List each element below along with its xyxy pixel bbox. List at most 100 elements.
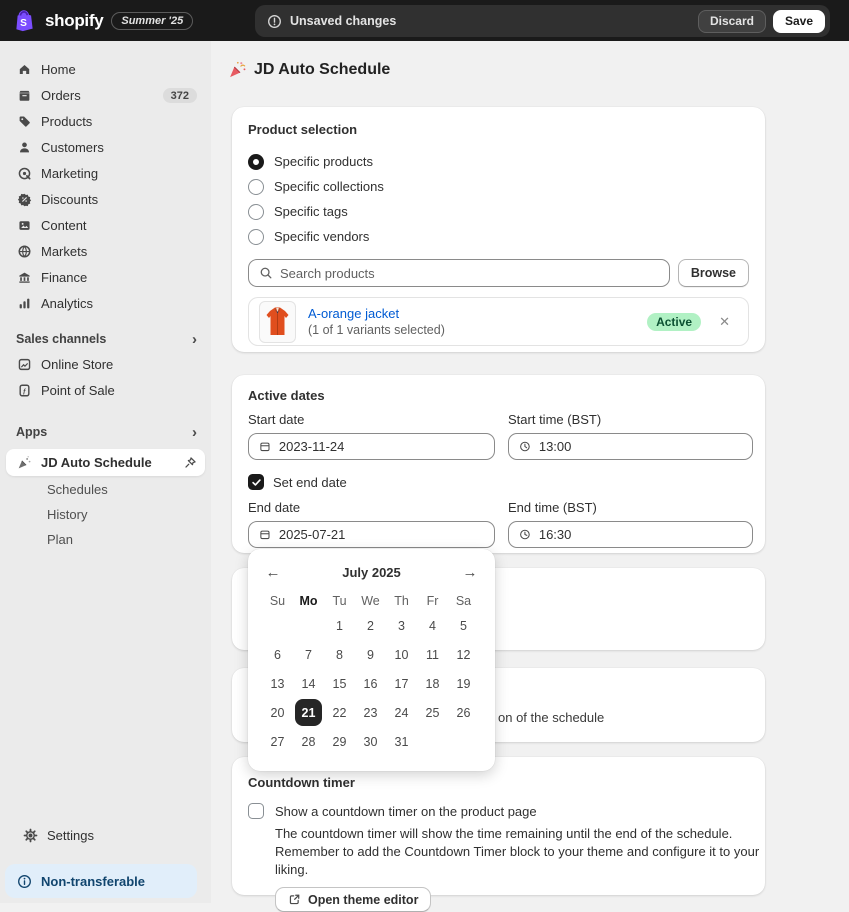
end-time-field[interactable] [508, 521, 753, 548]
search-products-input[interactable] [280, 266, 659, 281]
shopify-logo[interactable]: S shopify Summer '25 [0, 8, 193, 33]
end-time-input[interactable] [539, 527, 742, 542]
calendar-day[interactable]: 11 [417, 640, 448, 669]
calendar-day[interactable]: 23 [355, 698, 386, 727]
sidebar-item-content[interactable]: Content [6, 213, 205, 238]
calendar-day[interactable]: 18 [417, 669, 448, 698]
calendar-day[interactable]: 24 [386, 698, 417, 727]
calendar-day[interactable]: 22 [324, 698, 355, 727]
sidebar-item-schedules[interactable]: Schedules [6, 477, 205, 501]
sidebar-item-marketing[interactable]: Marketing [6, 161, 205, 186]
countdown-help-text: The countdown timer will show the time r… [275, 825, 762, 879]
start-time-field[interactable] [508, 433, 753, 460]
radio-specific-vendors[interactable]: Specific vendors [248, 224, 749, 249]
open-theme-editor-button[interactable]: Open theme editor [275, 887, 431, 912]
radio-specific-collections[interactable]: Specific collections [248, 174, 749, 199]
obscured-text-fragment: on of the schedule [498, 710, 604, 725]
next-month-button[interactable]: → [459, 564, 481, 581]
product-selection-card: Product selection Specific products Spec… [232, 107, 765, 352]
calendar-day[interactable]: 6 [262, 640, 293, 669]
calendar-day[interactable]: 10 [386, 640, 417, 669]
sidebar-item-orders[interactable]: Orders 372 [6, 83, 205, 108]
start-date-input[interactable] [279, 439, 484, 454]
start-time-input[interactable] [539, 439, 742, 454]
sidebar-item-discounts[interactable]: Discounts [6, 187, 205, 212]
calendar-day[interactable]: 20 [262, 698, 293, 727]
sidebar-item-customers[interactable]: Customers [6, 135, 205, 160]
sidebar-item-home[interactable]: Home [6, 57, 205, 82]
remove-product-icon[interactable]: ✕ [713, 310, 736, 334]
apps-label: Apps [16, 425, 47, 439]
sidebar-item-markets[interactable]: Markets [6, 239, 205, 264]
calendar-day[interactable]: 5 [448, 611, 479, 640]
sidebar-item-finance[interactable]: Finance [6, 265, 205, 290]
sidebar: Home Orders 372 Products Customers [0, 41, 211, 903]
product-search-row: Browse [248, 259, 749, 287]
marketing-icon [16, 166, 32, 182]
radio-specific-tags[interactable]: Specific tags [248, 199, 749, 224]
browse-button[interactable]: Browse [678, 259, 749, 287]
start-date-field[interactable] [248, 433, 495, 460]
calendar-day[interactable]: 15 [324, 669, 355, 698]
end-date-input[interactable] [279, 527, 484, 542]
sales-channels-header[interactable]: Sales channels › [6, 328, 205, 350]
sidebar-item-jd-auto-schedule[interactable]: JD Auto Schedule [6, 449, 205, 476]
calendar-day-selected[interactable]: 21 [293, 698, 324, 727]
calendar-day[interactable]: 8 [324, 640, 355, 669]
radio-specific-products[interactable]: Specific products [248, 149, 749, 174]
calendar-empty-cell [448, 727, 479, 756]
product-info: A-orange jacket (1 of 1 variants selecte… [308, 306, 445, 338]
orders-count-badge: 372 [163, 88, 197, 103]
calendar-day[interactable]: 13 [262, 669, 293, 698]
calendar-day[interactable]: 2 [355, 611, 386, 640]
calendar-day[interactable]: 1 [324, 611, 355, 640]
previous-month-button[interactable]: ← [262, 564, 284, 581]
calendar-day[interactable]: 12 [448, 640, 479, 669]
calendar-day[interactable]: 4 [417, 611, 448, 640]
sidebar-item-point-of-sale[interactable]: ƒ Point of Sale [6, 378, 205, 403]
external-link-icon [288, 893, 301, 906]
sidebar-item-label: Settings [47, 828, 94, 843]
sidebar-item-label: Home [41, 62, 76, 77]
sidebar-item-products[interactable]: Products [6, 109, 205, 134]
calendar-day[interactable]: 14 [293, 669, 324, 698]
calendar-day[interactable]: 19 [448, 669, 479, 698]
calendar-day[interactable]: 9 [355, 640, 386, 669]
set-end-date-row[interactable]: Set end date [248, 473, 749, 491]
orders-icon [16, 88, 32, 104]
markets-icon [16, 244, 32, 260]
sidebar-item-plan[interactable]: Plan [6, 527, 205, 551]
svg-text:S: S [20, 18, 27, 29]
calendar-day[interactable]: 26 [448, 698, 479, 727]
customers-icon [16, 140, 32, 156]
discard-button[interactable]: Discard [698, 10, 766, 33]
calendar-day[interactable]: 28 [293, 727, 324, 756]
calendar-day[interactable]: 27 [262, 727, 293, 756]
product-search-box[interactable] [248, 259, 670, 287]
main-content: JD Auto Schedule Product selection Speci… [211, 41, 849, 903]
apps-header[interactable]: Apps › [6, 421, 205, 443]
save-bar-actions: Discard Save [698, 10, 825, 33]
sidebar-item-analytics[interactable]: Analytics [6, 291, 205, 316]
calendar-day[interactable]: 17 [386, 669, 417, 698]
countdown-checkbox-label: Show a countdown timer on the product pa… [275, 804, 537, 819]
calendar-day[interactable]: 7 [293, 640, 324, 669]
calendar-day[interactable]: 29 [324, 727, 355, 756]
save-button[interactable]: Save [773, 10, 825, 33]
sidebar-item-settings[interactable]: Settings [12, 823, 193, 848]
calendar-day[interactable]: 16 [355, 669, 386, 698]
shopify-admin: S shopify Summer '25 Unsaved changes Dis… [0, 0, 849, 903]
calendar-day[interactable]: 3 [386, 611, 417, 640]
pin-icon[interactable] [183, 456, 197, 470]
sidebar-item-online-store[interactable]: Online Store [6, 352, 205, 377]
end-date-field[interactable] [248, 521, 495, 548]
sidebar-item-history[interactable]: History [6, 502, 205, 526]
calendar-day[interactable]: 25 [417, 698, 448, 727]
page-title-text: JD Auto Schedule [254, 61, 390, 79]
discounts-icon [16, 192, 32, 208]
calendar-day[interactable]: 31 [386, 727, 417, 756]
sidebar-item-label: History [47, 507, 87, 522]
countdown-checkbox-row[interactable]: Show a countdown timer on the product pa… [248, 803, 749, 819]
calendar-day[interactable]: 30 [355, 727, 386, 756]
product-name-link[interactable]: A-orange jacket [308, 306, 445, 322]
